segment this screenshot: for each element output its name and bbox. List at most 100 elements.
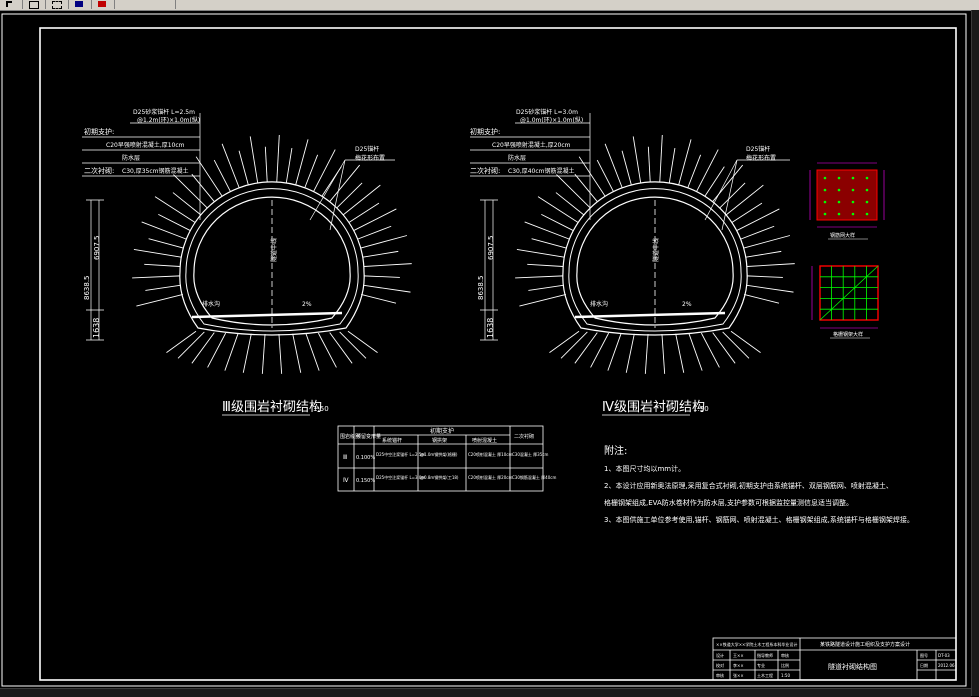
tb-r1-3: 审核 <box>781 652 789 658</box>
anchor-bolt <box>647 146 651 182</box>
tb-right-2: 日期 <box>920 662 928 668</box>
anchor-bolt <box>740 225 775 240</box>
td-deform-1: 0.100% <box>356 455 375 461</box>
sec3-side-anchor-sub: 梅花形布置 <box>355 154 385 162</box>
anchor-bolt <box>173 174 208 209</box>
note-1: 1、本图尺寸均以mm计。 <box>604 464 685 473</box>
tb-right-1: DT-03 <box>938 653 950 658</box>
mesh-node <box>823 200 827 204</box>
tb-right-3: 2012.06 <box>938 663 955 668</box>
anchor-bolt <box>278 333 283 374</box>
tb-r3-2: 土木工程 <box>757 672 773 678</box>
anchor-bolt <box>574 173 598 202</box>
anchor-bolt <box>537 196 579 223</box>
anchor-bolt <box>304 154 319 188</box>
tb-r3-1: 张×× <box>733 672 744 678</box>
anchor-bolt <box>722 331 750 359</box>
sec4-waterproof: 防水层 <box>508 154 526 162</box>
sec3-callouts: D25砂浆锚杆 L=2.5m @1.2m(环)×1.0m(纵) 初期支护: C2… <box>82 108 395 231</box>
sec4-side-anchor-sub: 梅花形布置 <box>746 154 776 162</box>
anchor-bolt <box>712 332 736 364</box>
layer-button[interactable] <box>69 0 92 9</box>
select-icon <box>52 1 62 9</box>
anchor-bolt <box>743 235 791 249</box>
mesh-node <box>865 176 869 180</box>
sec4-callouts: D25砂浆锚杆 L=3.0m @1.0m(环)×1.0m(纵) 初期支护: C2… <box>470 108 790 231</box>
tb-r2-1: 李×× <box>733 662 744 668</box>
anchor-bolt <box>661 333 666 374</box>
note-2: 2、本设计应用新奥法原理,采用复合式衬砌,初期支护由系统锚杆、双层钢筋网、喷射混… <box>604 481 893 490</box>
anchor-bolt <box>329 164 361 202</box>
tb-r1-0: 设计 <box>716 652 724 658</box>
note-4: 3、本图供施工单位参考使用,锚杆、钢筋网、喷射混凝土、格栅钢架组成,系统锚杆与格… <box>604 515 914 524</box>
mesh-node <box>865 188 869 192</box>
color-button[interactable] <box>92 0 115 9</box>
mesh-node <box>851 212 855 216</box>
anchor-bolt <box>191 173 215 202</box>
anchor-bolt <box>743 293 780 304</box>
anchor-bolt <box>625 333 635 373</box>
rect-icon <box>29 1 39 9</box>
anchor-bolt <box>668 148 676 184</box>
sec4-anchor-sub: @1.0m(环)×1.0m(纵) <box>520 117 583 124</box>
anchor-bolt <box>678 139 692 185</box>
tb-r1-1: 王×× <box>733 653 744 658</box>
anchor-bolt <box>172 192 202 216</box>
anchor-bolt <box>555 192 585 216</box>
anchor-bolt <box>736 208 780 231</box>
anchor-bolt <box>363 263 412 267</box>
sec3-scale: 1:50 <box>313 405 329 413</box>
anchor-bolt <box>154 196 196 223</box>
anchor-bolt <box>719 182 746 209</box>
sec3-shotcrete: C20早强喷射混凝土,厚10cm <box>106 141 185 149</box>
tb-right-0: 图号 <box>920 652 928 658</box>
pointer-button[interactable] <box>0 0 23 9</box>
color-icon <box>98 1 106 7</box>
anchor-bolt <box>687 154 702 188</box>
detail-grid: 格栅钢架大样 <box>811 265 879 339</box>
td-grade-1: Ⅲ <box>343 454 347 461</box>
support-table-text: 围岩级别 预留变形量 初期支护 二次衬砌 系统锚杆 钢拱架 喷射混凝土 Ⅲ 0.… <box>340 427 556 484</box>
td-lining-2: C30钢筋混凝土 厚40cm <box>512 474 556 480</box>
mesh-node <box>851 188 855 192</box>
anchor-bolt <box>347 330 378 354</box>
anchor-bolt <box>746 275 783 278</box>
vertical-scrollbar[interactable] <box>971 10 979 696</box>
anchor-bolt <box>621 150 632 185</box>
sec3-anchor-sub: @1.2m(环)×1.0m(纵) <box>137 117 200 124</box>
anchor-bolt <box>746 263 795 267</box>
mesh-node <box>851 176 855 180</box>
anchor-bolt <box>144 263 181 267</box>
sec4-height-dim2: 6907.5 <box>487 236 495 261</box>
anchor-bolt <box>191 332 215 364</box>
sec4-side-anchor: D25锚杆 <box>746 145 770 153</box>
anchor-bolt <box>560 331 588 359</box>
select-button[interactable] <box>46 0 69 9</box>
anchor-bolt <box>132 275 181 279</box>
mesh-node <box>865 200 869 204</box>
anchor-bolt <box>712 164 744 202</box>
mesh-node <box>823 188 827 192</box>
th-primary: 初期支护 <box>430 427 454 435</box>
anchor-bolt <box>360 293 397 304</box>
mesh-node <box>837 188 841 192</box>
th-anchor: 系统锚杆 <box>382 437 402 444</box>
td-arch-2: @0.8m钢拱架(工18) <box>420 474 459 480</box>
mesh-node <box>837 200 841 204</box>
anchor-bolt <box>363 275 400 278</box>
mesh-node <box>865 212 869 216</box>
rect-button[interactable] <box>23 0 46 9</box>
tb-r3-0: 审核 <box>716 672 724 678</box>
sec4-invert-dim: 1638 <box>486 318 495 338</box>
detail-mesh: 钢筋网大样 <box>809 162 885 240</box>
anchor-bolt <box>549 330 580 354</box>
anchor-bolt <box>730 330 761 354</box>
anchor-bolt <box>362 250 399 258</box>
anchor-bolt <box>329 332 353 364</box>
anchor-bolt <box>531 238 567 249</box>
tb-r2-3: 比例 <box>781 662 789 668</box>
anchor-bolt <box>574 332 598 364</box>
anchor-bolt <box>704 166 725 197</box>
anchor-bolt <box>336 182 363 209</box>
layer-icon <box>75 1 83 7</box>
